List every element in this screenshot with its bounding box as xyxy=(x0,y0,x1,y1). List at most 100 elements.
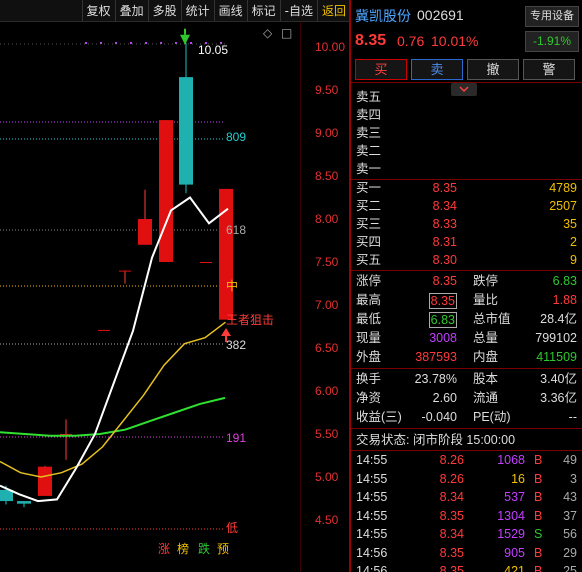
y-tick-5-50: 5.50 xyxy=(315,427,339,441)
tick-price: 8.35 xyxy=(439,508,464,523)
tick-row[interactable]: 14:55 8.26 16 B 3 xyxy=(351,470,582,488)
tick-volume: 905 xyxy=(504,545,525,560)
tick-time: 14:55 xyxy=(356,527,388,541)
toolbar-back-button[interactable]: 返回 xyxy=(316,0,350,21)
tick-side: B xyxy=(534,471,543,486)
ma-fast-line[interactable] xyxy=(0,196,229,503)
tick-price: 8.35 xyxy=(439,545,464,560)
tick-price: 8.26 xyxy=(439,453,464,467)
tick-time: 14:55 xyxy=(356,508,388,523)
alert-button[interactable]: 警 xyxy=(523,59,575,80)
cancel-order-button[interactable]: 撤 xyxy=(467,59,519,80)
y-tick-8-00: 8.00 xyxy=(315,212,339,226)
stat-row-outer-inner: 外盘 387593 内盘 411509 xyxy=(356,350,577,364)
candle-body[interactable] xyxy=(200,262,212,263)
toolbar-mark-button[interactable]: 标记 xyxy=(246,0,280,21)
tick-count: 25 xyxy=(563,564,577,572)
badge-zhang[interactable]: 涨 xyxy=(158,541,170,556)
down-arrow-icon xyxy=(180,34,190,45)
level-809-label: 809 xyxy=(226,130,246,144)
stat-row-high: 最高 8.35 量比 1.88 xyxy=(356,293,577,309)
divider xyxy=(351,270,582,271)
tick-price: 8.35 xyxy=(439,564,464,572)
candle-body[interactable] xyxy=(98,329,110,331)
badge-die[interactable]: 跌 xyxy=(198,541,210,556)
buy-button[interactable]: 买 xyxy=(355,59,407,80)
quote-panel: 冀凯股份 002691 专用设备 -1.91% 8.35 0.76 10.01%… xyxy=(351,0,582,572)
tick-count: 49 xyxy=(563,453,577,467)
ask-row-1: 卖一 xyxy=(356,162,382,176)
badge-bang[interactable]: 榜 xyxy=(177,541,189,556)
ask-row-2: 卖二 xyxy=(356,144,382,158)
y-tick-9-50: 9.50 xyxy=(315,83,339,97)
level-382-label: 382 xyxy=(226,338,246,352)
bid-row-3[interactable]: 买三 8.33 35 xyxy=(351,215,582,233)
y-tick-6-50: 6.50 xyxy=(315,341,339,355)
stat-row-limits: 涨停 8.35 跌停 6.83 xyxy=(356,274,577,288)
ask-row-4: 卖四 xyxy=(356,108,382,122)
tick-side: S xyxy=(534,527,543,541)
candle-body[interactable] xyxy=(38,466,52,496)
tick-row[interactable]: 14:56 8.35 421 B 25 xyxy=(351,562,582,572)
tick-row[interactable]: 14:55 8.34 1529 S 56 xyxy=(351,525,582,543)
toolbar-watchlist-button[interactable]: -自选 xyxy=(279,0,317,21)
sector-button[interactable]: 专用设备 xyxy=(525,6,579,27)
toolbar-fuquan-button[interactable]: 复权 xyxy=(81,0,115,21)
toolbar-multi-stock-button[interactable]: 多股 xyxy=(147,0,181,21)
candle-body[interactable] xyxy=(119,270,131,272)
tick-side: B xyxy=(534,490,543,504)
bid-row-5[interactable]: 买五 8.30 9 xyxy=(351,251,582,269)
price-change-pct: 10.01% xyxy=(431,33,479,49)
stat-row-eps: 收益(三) -0.040 PE(动) -- xyxy=(356,410,577,424)
ma-slow-line[interactable] xyxy=(0,396,226,437)
level-191-label: 191 xyxy=(226,431,246,445)
top-marker-dot xyxy=(190,42,192,44)
candle-body[interactable] xyxy=(219,188,233,320)
level-618-label: 618 xyxy=(226,223,246,237)
badge-yu[interactable]: 预 xyxy=(217,542,229,556)
sell-button[interactable]: 卖 xyxy=(411,59,463,80)
tick-volume: 421 xyxy=(504,564,525,572)
ask-row-3: 卖三 xyxy=(356,126,382,140)
divider xyxy=(351,368,582,369)
stock-name[interactable]: 冀凯股份 xyxy=(355,6,411,26)
tick-time: 14:55 xyxy=(356,490,388,504)
bid-row-2[interactable]: 买二 8.34 2507 xyxy=(351,197,582,215)
toolbar-draw-line-button[interactable]: 画线 xyxy=(213,0,247,21)
bid-row-4[interactable]: 买四 8.31 2 xyxy=(351,233,582,251)
price-change: 0.76 xyxy=(397,33,425,49)
toolbar-overlay-button[interactable]: 叠加 xyxy=(114,0,148,21)
high-price-label: 10.05 xyxy=(198,43,228,57)
tick-row[interactable]: 14:55 8.34 537 B 43 xyxy=(351,488,582,506)
y-tick-7-50: 7.50 xyxy=(315,255,339,269)
tick-count: 3 xyxy=(570,471,577,486)
square-icon[interactable]: □ xyxy=(281,26,292,40)
tick-row[interactable]: 14:55 8.35 1304 B 37 xyxy=(351,507,582,525)
tick-side: B xyxy=(534,508,543,523)
annotation-label: 王者狙击 xyxy=(226,313,274,327)
last-price: 8.35 xyxy=(355,32,387,49)
top-marker-dot xyxy=(145,42,147,44)
tick-side: B xyxy=(534,545,543,560)
tick-count: 37 xyxy=(563,508,577,523)
tick-volume: 1529 xyxy=(497,527,525,541)
candle-body[interactable] xyxy=(17,501,31,504)
candle-body[interactable] xyxy=(159,120,173,262)
chart-toolbar: 复权 叠加 多股 统计 画线 标记 -自选 返回 xyxy=(0,0,350,22)
candle-body[interactable] xyxy=(138,219,152,245)
top-marker-dot xyxy=(130,42,132,44)
y-tick-8-50: 8.50 xyxy=(315,169,339,183)
toolbar-stats-button[interactable]: 统计 xyxy=(180,0,214,21)
tick-time: 14:55 xyxy=(356,453,388,467)
tick-row[interactable]: 14:55 8.26 1068 B 49 xyxy=(351,451,582,469)
tick-row[interactable]: 14:56 8.35 905 B 29 xyxy=(351,544,582,562)
bid-row-1[interactable]: 买一 8.35 4789 xyxy=(351,179,582,197)
ma-mid-line[interactable] xyxy=(0,321,226,478)
divider xyxy=(351,82,582,83)
tick-time: 14:55 xyxy=(356,471,388,486)
kline-chart[interactable]: 10.05 809 618 中 王者狙击 382 191 低 涨 榜 跌 预 ◇… xyxy=(0,22,300,572)
stat-row-volume: 现量 3008 总量 799102 xyxy=(356,331,577,345)
diamond-icon[interactable]: ◇ xyxy=(263,26,273,40)
candle-body[interactable] xyxy=(179,77,193,185)
tick-volume: 1304 xyxy=(497,508,525,523)
